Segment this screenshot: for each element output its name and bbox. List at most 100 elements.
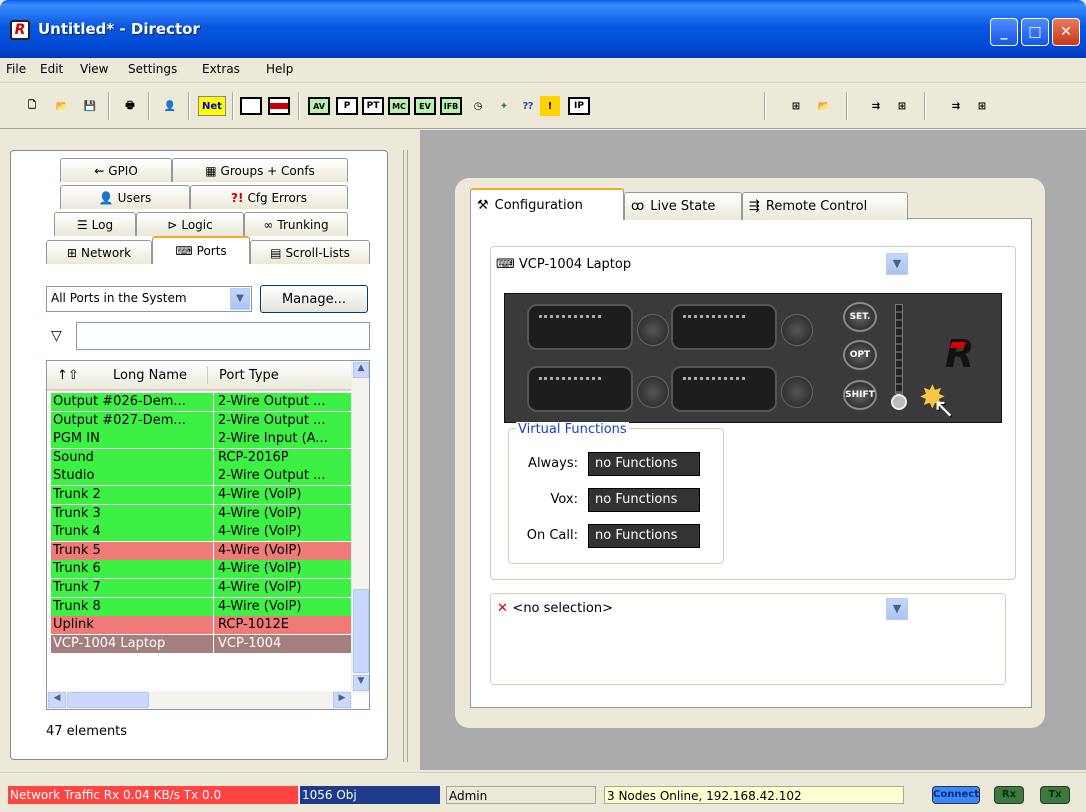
panel-knob-3[interactable]: [637, 376, 669, 408]
open-folder-icon[interactable]: 📂: [50, 94, 74, 118]
menu-help[interactable]: Help: [266, 62, 293, 76]
port-filter-select[interactable]: All Ports in the System ▼: [46, 286, 252, 312]
table-row[interactable]: Trunk 5 4-Wire (VoIP): [51, 541, 351, 560]
scroll-left-icon[interactable]: ◀: [48, 692, 66, 708]
net-button[interactable]: Net: [198, 96, 226, 116]
tab-ports[interactable]: ⌨ Ports: [152, 236, 250, 264]
column-header-long-name[interactable]: Long Name: [113, 368, 187, 383]
key-selection-select[interactable]: ✕ <no selection>: [491, 595, 911, 625]
volume-knob[interactable]: [891, 394, 907, 410]
tab-configuration[interactable]: ⚒ Configuration: [470, 188, 624, 220]
set-button[interactable]: SET.: [843, 302, 877, 332]
menu-edit[interactable]: Edit: [40, 62, 63, 76]
hscroll-thumb[interactable]: [67, 692, 149, 708]
p-button[interactable]: P: [336, 97, 358, 115]
panel-key-2[interactable]: [671, 304, 777, 350]
menu-settings[interactable]: Settings: [128, 62, 177, 76]
new-document-icon[interactable]: 🗋: [20, 94, 44, 118]
tab-gpio[interactable]: ⇜ GPIO: [60, 158, 172, 182]
tab-logic-label: Logic: [181, 217, 213, 232]
menu-extras[interactable]: Extras: [202, 62, 240, 76]
panel-key-4[interactable]: [671, 366, 777, 412]
always-functions-button[interactable]: no Functions: [588, 452, 700, 476]
menu-view[interactable]: View: [80, 62, 108, 76]
menu-file[interactable]: File: [6, 62, 26, 76]
tab-log[interactable]: ☰ Log: [54, 212, 136, 236]
chevron-down-icon[interactable]: ▼: [230, 288, 250, 310]
av-button[interactable]: AV: [308, 97, 330, 115]
table-row[interactable]: Trunk 4 4-Wire (VoIP): [51, 523, 351, 542]
pt-button[interactable]: PT: [362, 97, 384, 115]
table-row[interactable]: Uplink RCP-1012E: [51, 616, 351, 635]
table-row[interactable]: Output #026-Dem... 2-Wire Output ...: [51, 393, 351, 411]
panel-knob-4[interactable]: [781, 376, 813, 408]
warning-button[interactable]: !: [540, 96, 560, 116]
table-row[interactable]: VCP-1004 Laptop VCP-1004: [51, 634, 351, 653]
connect-button[interactable]: Connect: [932, 786, 980, 804]
device-select[interactable]: ⌨ VCP-1004 Laptop: [491, 248, 911, 280]
panel-key-3[interactable]: [527, 366, 633, 412]
filter-input[interactable]: [76, 322, 370, 350]
horizontal-scrollbar[interactable]: ◀ ▶: [47, 691, 352, 709]
scroll-up-icon[interactable]: ▲: [353, 362, 369, 378]
close-button[interactable]: ✕: [1052, 18, 1080, 46]
save-icon[interactable]: 💾: [78, 94, 102, 118]
tab-network[interactable]: ⊞ Network: [46, 240, 152, 264]
ev-button[interactable]: EV: [414, 97, 436, 115]
column-header-port-type[interactable]: Port Type: [219, 368, 279, 383]
network-icon[interactable]: ⊞: [784, 94, 808, 118]
panel-view-2-icon[interactable]: [268, 97, 290, 115]
port-list[interactable]: ↑⇧ Long Name Port Type Output #026-Dem..…: [46, 360, 370, 710]
ip-button[interactable]: IP: [568, 97, 590, 115]
vertical-scrollbar[interactable]: ▲ ▼: [351, 361, 369, 693]
network-add-icon[interactable]: ⊞: [970, 94, 994, 118]
print-icon[interactable]: 🖶: [118, 94, 142, 118]
upload-config-icon[interactable]: ⇉: [864, 94, 888, 118]
sort-up-icon[interactable]: ↑⇧: [57, 368, 79, 383]
panel-key-1[interactable]: [527, 304, 633, 350]
panel-view-icon[interactable]: [240, 97, 262, 115]
chevron-down-icon[interactable]: ▼: [886, 253, 908, 275]
opt-button[interactable]: OPT: [843, 340, 877, 370]
pane-splitter[interactable]: [400, 150, 412, 770]
table-row[interactable]: Studio 2-Wire Output ...: [51, 467, 351, 486]
table-row[interactable]: Trunk 6 4-Wire (VoIP): [51, 560, 351, 579]
table-row[interactable]: Trunk 7 4-Wire (VoIP): [51, 579, 351, 597]
ifb-button[interactable]: IFB: [440, 97, 462, 115]
panel-knob-2[interactable]: [781, 314, 813, 346]
vox-functions-button[interactable]: no Functions: [588, 488, 700, 512]
chevron-down-icon[interactable]: ▼: [886, 598, 908, 620]
manage-button[interactable]: Manage...: [260, 285, 368, 313]
table-row[interactable]: Output #027-Dem... 2-Wire Output ...: [51, 411, 351, 430]
scroll-right-icon[interactable]: ▶: [333, 692, 351, 708]
tab-scroll-lists[interactable]: ▤ Scroll-Lists: [250, 240, 370, 264]
tab-logic[interactable]: ⊳ Logic: [136, 212, 244, 236]
tab-trunking[interactable]: ∞ Trunking: [244, 212, 348, 236]
scroll-list-icon[interactable]: ✦: [492, 94, 516, 118]
add-config-icon[interactable]: ⇉: [944, 94, 968, 118]
tab-remote-control[interactable]: ⇶ Remote Control: [742, 192, 908, 220]
user-icon[interactable]: 👤: [158, 94, 182, 118]
on-call-functions-button[interactable]: no Functions: [588, 524, 700, 548]
maximize-button[interactable]: □: [1021, 18, 1049, 46]
scroll-down-icon[interactable]: ▼: [353, 675, 369, 691]
clock-icon[interactable]: ◷: [466, 94, 490, 118]
tab-groups-confs[interactable]: ▦ Groups + Confs: [172, 158, 348, 182]
network-target-icon[interactable]: ⊞: [890, 94, 914, 118]
app-logo-icon[interactable]: R: [10, 20, 30, 40]
table-row[interactable]: Trunk 3 4-Wire (VoIP): [51, 504, 351, 523]
help-map-icon[interactable]: ⁇: [516, 94, 540, 118]
table-row[interactable]: Sound RCP-2016P: [51, 448, 351, 467]
tab-live-state[interactable]: ꝏ Live State: [624, 192, 742, 220]
tab-users[interactable]: 👤 Users: [60, 185, 190, 209]
mc-button[interactable]: MC: [388, 97, 410, 115]
table-row[interactable]: Trunk 8 4-Wire (VoIP): [51, 597, 351, 616]
shift-button[interactable]: SHIFT: [843, 380, 877, 410]
table-row[interactable]: Trunk 2 4-Wire (VoIP): [51, 486, 351, 504]
open-network-icon[interactable]: 📂: [812, 94, 836, 118]
panel-knob-1[interactable]: [637, 314, 669, 346]
tab-cfg-errors[interactable]: ?! Cfg Errors: [190, 185, 348, 209]
scroll-thumb[interactable]: [353, 589, 369, 673]
table-row[interactable]: PGM IN 2-Wire Input (A...: [51, 430, 351, 449]
minimize-button[interactable]: _: [990, 18, 1018, 46]
